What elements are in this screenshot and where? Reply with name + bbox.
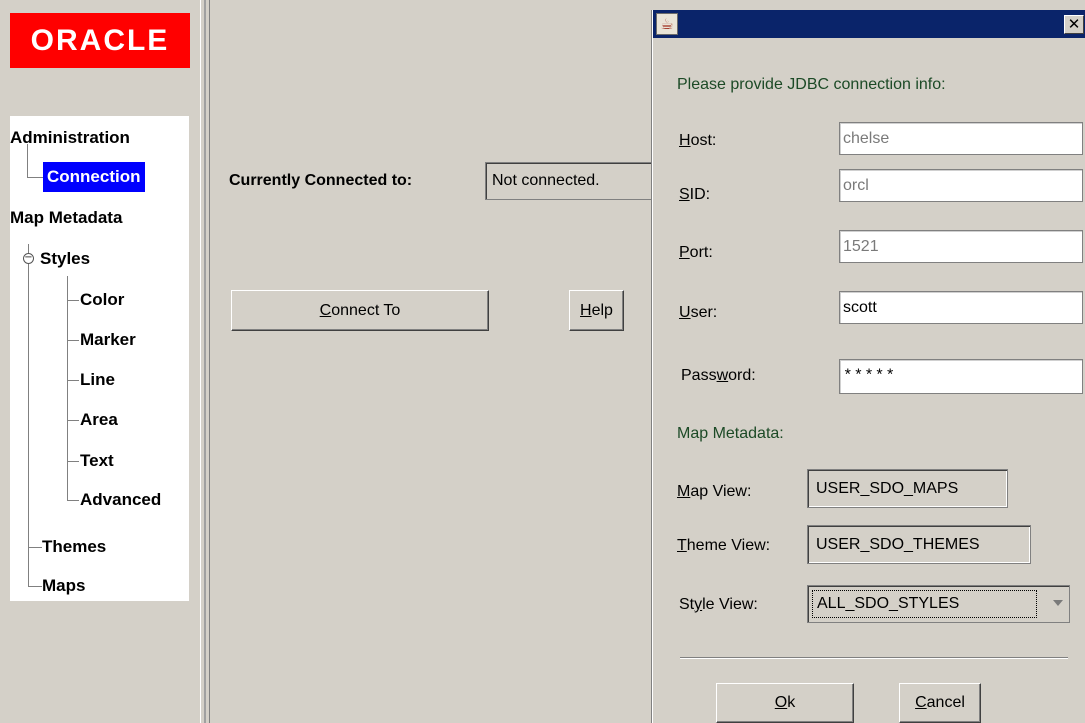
- tree-connector: [28, 547, 42, 548]
- tree-connector: [67, 276, 68, 501]
- host-label: Host:: [679, 132, 716, 150]
- jdbc-connection-dialog: ☕ ✕ Please provide JDBC connection info:…: [652, 10, 1085, 723]
- dropdown-arrow-icon[interactable]: [1053, 600, 1063, 606]
- label-text: St: [679, 596, 695, 613]
- mnemonic: U: [679, 304, 691, 321]
- tree-item-advanced[interactable]: Advanced: [80, 489, 161, 511]
- tree-item-connection[interactable]: Connection: [43, 162, 145, 192]
- collapse-icon[interactable]: −: [23, 253, 34, 264]
- label-text: ost:: [690, 132, 717, 149]
- button-label: elp: [591, 302, 613, 319]
- port-field[interactable]: [839, 230, 1083, 263]
- button-label: onnect To: [331, 302, 401, 319]
- mnemonic: P: [679, 244, 690, 261]
- tree-connector: [67, 340, 79, 341]
- tree-item-administration[interactable]: Administration: [10, 127, 130, 149]
- sid-label: SID:: [679, 186, 710, 204]
- tree-item-maps[interactable]: Maps: [42, 575, 85, 597]
- oracle-logo: ORACLE: [10, 13, 190, 68]
- label-text: le View:: [702, 596, 758, 613]
- mnemonic: M: [677, 483, 691, 500]
- mnemonic: C: [915, 694, 927, 711]
- tree-connector: [67, 420, 79, 421]
- tree-connector: [28, 586, 42, 587]
- tree-item-styles[interactable]: Styles: [40, 248, 90, 270]
- map-metadata-heading: Map Metadata:: [677, 425, 784, 442]
- style-view-label: Style View:: [679, 596, 758, 614]
- theme-view-field: USER_SDO_THEMES: [807, 525, 1031, 564]
- port-label: Port:: [679, 244, 713, 262]
- style-view-selected-value: ALL_SDO_STYLES: [812, 590, 1037, 618]
- label-text: ap View:: [690, 483, 752, 500]
- tree-item-themes[interactable]: Themes: [42, 536, 106, 558]
- tree-connector: [27, 144, 28, 178]
- tree-connector: [67, 500, 79, 501]
- button-label: ancel: [926, 694, 965, 711]
- tree-item-marker[interactable]: Marker: [80, 329, 136, 351]
- mnemonic: y: [694, 596, 703, 613]
- dialog-divider: [680, 657, 1068, 659]
- host-field[interactable]: [839, 122, 1083, 155]
- tree-item-color[interactable]: Color: [80, 289, 124, 311]
- label-text: Pass: [681, 367, 717, 384]
- tree-item-text[interactable]: Text: [80, 450, 114, 472]
- mnemonic: S: [679, 186, 690, 203]
- java-cup-icon: ☕: [656, 13, 678, 35]
- label-text: ort:: [689, 244, 713, 261]
- user-label: User:: [679, 304, 717, 322]
- tree-item-line[interactable]: Line: [80, 369, 115, 391]
- mnemonic: w: [716, 367, 729, 384]
- tree-connector: [67, 300, 79, 301]
- mnemonic: T: [677, 537, 687, 554]
- dialog-title-bar[interactable]: ☕ ✕: [653, 10, 1085, 38]
- split-pane-divider[interactable]: [200, 0, 210, 723]
- mnemonic: H: [580, 302, 592, 319]
- style-view-dropdown[interactable]: ALL_SDO_STYLES: [807, 585, 1070, 623]
- mnemonic: O: [774, 694, 788, 711]
- mnemonic: H: [679, 132, 691, 149]
- help-button[interactable]: Help: [569, 290, 624, 331]
- label-text: ID:: [689, 186, 711, 203]
- tree-connector: [67, 380, 79, 381]
- tree-connector: [67, 461, 79, 462]
- label-text: ser:: [690, 304, 718, 321]
- tree-item-area[interactable]: Area: [80, 409, 118, 431]
- button-label: k: [787, 694, 796, 711]
- connection-status-label: Currently Connected to:: [229, 172, 413, 189]
- connection-status-field: Not connected.: [485, 162, 655, 200]
- ok-button[interactable]: Ok: [716, 683, 854, 723]
- instruction-text: Please provide JDBC connection info:: [677, 76, 946, 93]
- tree-connector: [28, 244, 29, 586]
- navigation-pane: ORACLE − Administration Connection Map M…: [0, 0, 200, 723]
- label-text: heme View:: [686, 537, 771, 554]
- mnemonic: C: [319, 302, 332, 319]
- theme-view-label: Theme View:: [677, 537, 770, 555]
- tree-item-map-metadata[interactable]: Map Metadata: [10, 207, 122, 229]
- sid-field[interactable]: [839, 169, 1083, 202]
- user-field[interactable]: [839, 291, 1083, 324]
- password-field[interactable]: *****: [839, 359, 1083, 394]
- navigation-tree: − Administration Connection Map Metadata…: [10, 116, 189, 601]
- map-view-label: Map View:: [677, 483, 751, 501]
- label-text: ord:: [728, 367, 756, 384]
- password-label: Password:: [681, 367, 756, 385]
- connect-to-button[interactable]: Connect To: [231, 290, 489, 331]
- close-icon[interactable]: ✕: [1064, 15, 1084, 34]
- map-view-field: USER_SDO_MAPS: [807, 469, 1008, 508]
- cancel-button[interactable]: Cancel: [899, 683, 981, 723]
